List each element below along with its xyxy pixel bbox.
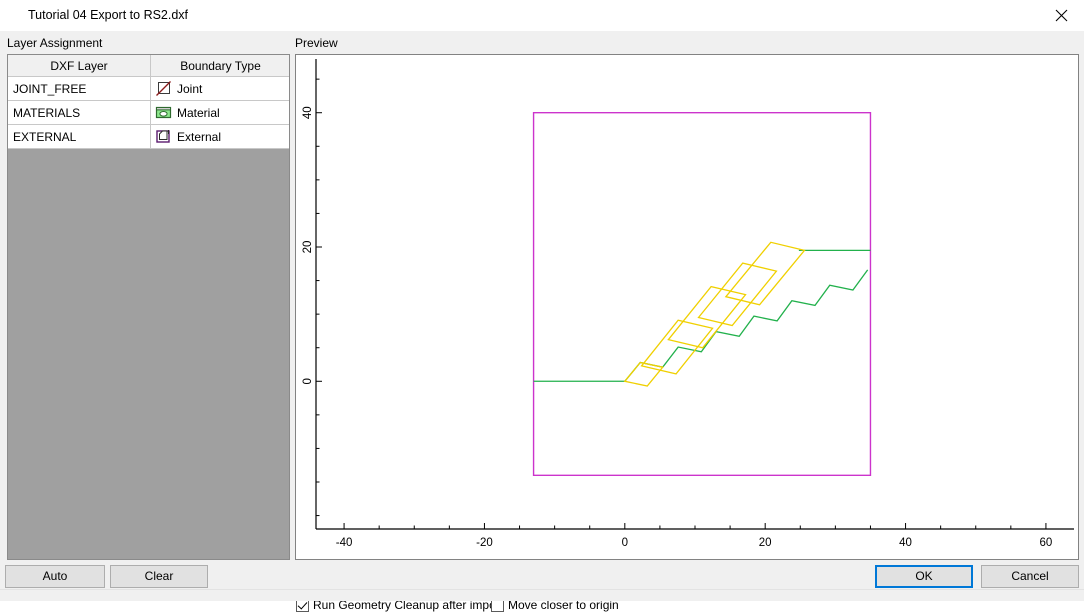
status-line	[0, 589, 1084, 601]
svg-text:0: 0	[302, 378, 314, 384]
layer-assignment-label: Layer Assignment	[7, 36, 102, 50]
column-header-dxf-layer[interactable]: DXF Layer	[8, 55, 151, 77]
plot-series	[534, 113, 871, 476]
layer-assignment-table: DXF Layer Boundary Type JOINT_FREE Joint	[8, 55, 290, 149]
auto-button[interactable]: Auto	[5, 565, 105, 588]
window-title: Tutorial 04 Export to RS2.dxf	[28, 8, 188, 22]
svg-text:20: 20	[302, 241, 314, 254]
preview-label: Preview	[295, 36, 338, 50]
boundary-type-label: Joint	[177, 82, 202, 96]
plot-tick-labels: -40 -20 0 20 40 60 40 20 0	[302, 106, 1052, 549]
cell-dxf-layer: JOINT_FREE	[8, 77, 151, 101]
material-icon	[155, 104, 172, 121]
layer-assignment-panel: DXF Layer Boundary Type JOINT_FREE Joint	[7, 54, 290, 560]
preview-panel[interactable]: -40 -20 0 20 40 60 40 20 0	[295, 54, 1079, 560]
series-joint-3	[668, 287, 745, 348]
plot-ticks	[316, 79, 1046, 529]
column-header-boundary-type[interactable]: Boundary Type	[151, 55, 291, 77]
svg-text:-40: -40	[336, 537, 353, 549]
joint-icon	[155, 80, 172, 97]
close-button[interactable]	[1038, 0, 1084, 31]
preview-plot: -40 -20 0 20 40 60 40 20 0	[296, 55, 1078, 559]
cell-boundary-type[interactable]: Joint	[151, 77, 291, 101]
close-icon	[1055, 9, 1068, 22]
cell-boundary-type[interactable]: External	[151, 125, 291, 149]
svg-text:-20: -20	[476, 537, 493, 549]
cell-dxf-layer: MATERIALS	[8, 101, 151, 125]
svg-text:60: 60	[1040, 537, 1053, 549]
series-joint-4	[699, 263, 777, 325]
svg-text:20: 20	[759, 537, 772, 549]
svg-text:40: 40	[899, 537, 912, 549]
boundary-type-label: External	[177, 130, 221, 144]
cell-dxf-layer: EXTERNAL	[8, 125, 151, 149]
table-header-row: DXF Layer Boundary Type	[8, 55, 290, 77]
svg-text:0: 0	[622, 537, 628, 549]
plot-axes	[316, 59, 1074, 529]
ok-button[interactable]: OK	[875, 565, 973, 588]
boundary-type-label: Material	[177, 106, 220, 120]
clear-button[interactable]: Clear	[110, 565, 208, 588]
title-bar: Tutorial 04 Export to RS2.dxf	[0, 0, 1084, 32]
series-joint-5	[726, 242, 805, 304]
cell-boundary-type[interactable]: Material	[151, 101, 291, 125]
table-row[interactable]: JOINT_FREE Joint	[8, 77, 290, 101]
table-row[interactable]: EXTERNAL External	[8, 125, 290, 149]
series-external	[534, 113, 871, 476]
external-icon	[155, 128, 172, 145]
cancel-button[interactable]: Cancel	[981, 565, 1079, 588]
table-row[interactable]: MATERIALS Material	[8, 101, 290, 125]
dialog-body: Layer Assignment Preview DXF Layer Bound…	[0, 31, 1084, 601]
svg-text:40: 40	[302, 106, 314, 119]
